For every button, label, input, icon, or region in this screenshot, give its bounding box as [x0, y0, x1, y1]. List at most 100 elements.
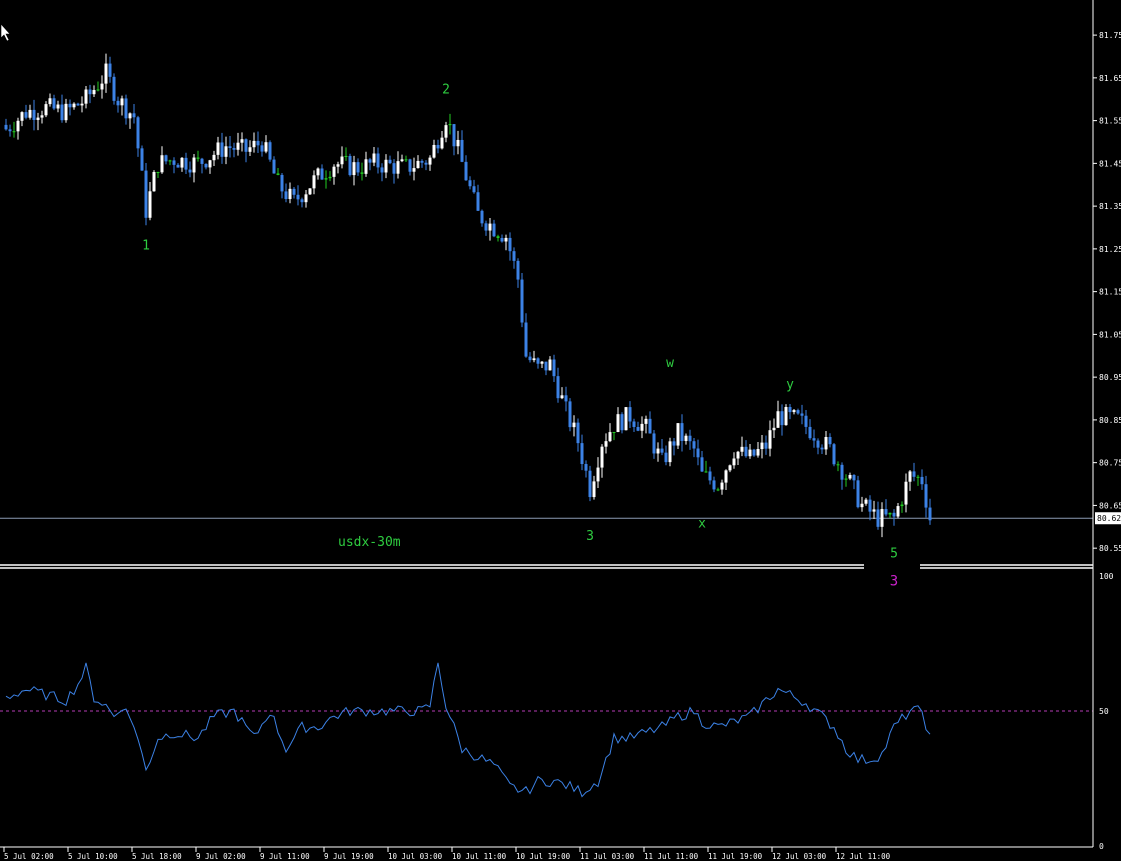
- candle[interactable]: [832, 442, 836, 467]
- candle-body: [872, 509, 876, 512]
- candle-body: [716, 489, 720, 491]
- candle-body: [252, 140, 256, 148]
- candle-body: [528, 356, 532, 361]
- candle-body: [808, 426, 812, 439]
- candle[interactable]: [620, 412, 624, 434]
- candle[interactable]: [588, 465, 592, 502]
- candle-body: [864, 499, 868, 504]
- candle-body: [852, 474, 856, 481]
- candle-body: [296, 194, 300, 200]
- wave-label: 3: [586, 529, 594, 544]
- candle-body: [364, 159, 368, 174]
- candle-body: [168, 160, 172, 162]
- price-tick-label: 81.15: [1099, 288, 1121, 297]
- candle-body: [796, 410, 800, 414]
- candle-body: [732, 458, 736, 466]
- candle[interactable]: [348, 153, 352, 177]
- candle-body: [48, 98, 52, 105]
- price-tick-label: 81.75: [1099, 31, 1121, 40]
- candle-body: [20, 112, 24, 121]
- candle-body: [44, 104, 48, 116]
- candle-body: [384, 159, 388, 173]
- candle-body: [24, 112, 28, 118]
- candle-body: [624, 407, 628, 431]
- candle-body: [476, 192, 480, 211]
- candle-body: [376, 153, 380, 168]
- candle-body: [876, 509, 880, 527]
- candle-body: [640, 423, 644, 431]
- candle-body: [468, 180, 472, 187]
- candle-body: [596, 467, 600, 482]
- candle-body: [56, 104, 60, 109]
- candle-body: [232, 148, 236, 150]
- candle-body: [784, 407, 788, 426]
- candle-body: [788, 407, 792, 413]
- time-tick-label: 11 Jul 19:00: [708, 852, 763, 861]
- candle-body: [180, 157, 184, 168]
- candle[interactable]: [676, 423, 680, 449]
- candle[interactable]: [624, 406, 628, 431]
- candle[interactable]: [152, 170, 156, 192]
- candle-body: [780, 411, 784, 426]
- candle-body: [708, 471, 712, 481]
- candle[interactable]: [308, 188, 312, 196]
- candle-body: [236, 142, 240, 150]
- candle[interactable]: [144, 163, 148, 226]
- candle-body: [72, 103, 76, 108]
- candle-body: [256, 140, 260, 146]
- candle-body: [292, 188, 296, 195]
- candle-body: [472, 186, 476, 193]
- candle[interactable]: [268, 140, 272, 162]
- candle-body: [792, 410, 796, 413]
- candle-body: [184, 157, 188, 170]
- price-tick-label: 80.55: [1099, 544, 1121, 553]
- candle[interactable]: [668, 437, 672, 467]
- candle-body: [444, 125, 448, 138]
- candle-body: [920, 476, 924, 485]
- candle-body: [764, 442, 768, 449]
- candle-body: [800, 413, 804, 416]
- candle-body: [912, 471, 916, 477]
- candle-body: [88, 89, 92, 95]
- candle-body: [216, 142, 220, 155]
- candle-body: [656, 448, 660, 454]
- candle-body: [32, 109, 36, 120]
- wave-label: 1: [142, 239, 150, 254]
- chart-title: usdx-30m: [338, 535, 401, 550]
- candle-body: [328, 176, 332, 179]
- candle-body: [904, 481, 908, 505]
- candle-body: [540, 361, 544, 364]
- candle-body: [336, 164, 340, 167]
- candle-body: [136, 117, 140, 149]
- candle-body: [776, 411, 780, 428]
- candle-body: [660, 448, 664, 453]
- candle-body: [380, 167, 384, 173]
- time-tick-label: 9 Jul 11:00: [260, 852, 310, 861]
- candle-body: [464, 161, 468, 181]
- candle-body: [652, 433, 656, 454]
- candle[interactable]: [856, 475, 860, 509]
- candle-body: [220, 142, 224, 157]
- candle-body: [928, 507, 932, 521]
- candle[interactable]: [112, 73, 116, 105]
- candle[interactable]: [140, 145, 144, 171]
- candle[interactable]: [784, 404, 788, 426]
- candle[interactable]: [520, 272, 524, 328]
- candle-body: [392, 163, 396, 174]
- candle-body: [812, 438, 816, 441]
- candle-body: [564, 395, 568, 402]
- candle-body: [52, 98, 56, 109]
- candle-body: [176, 164, 180, 168]
- candle-body: [572, 422, 576, 428]
- candle-body: [92, 90, 96, 95]
- candle-body: [688, 435, 692, 442]
- candle-body: [900, 504, 904, 507]
- candle-body: [264, 142, 268, 152]
- price-tick-label: 80.95: [1099, 373, 1121, 382]
- oscillator-tick-label: 0: [1099, 842, 1104, 851]
- candle-body: [300, 199, 304, 203]
- candle-body: [748, 449, 752, 457]
- candle[interactable]: [568, 398, 572, 432]
- candle-body: [856, 480, 860, 508]
- candle-body: [772, 427, 776, 431]
